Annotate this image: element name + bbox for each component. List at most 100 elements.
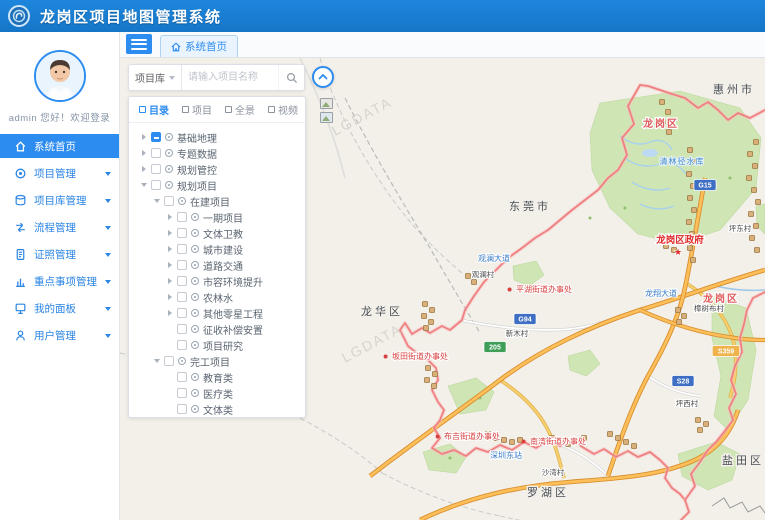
expander-down-icon[interactable] [152, 199, 162, 203]
sidebar-item-2[interactable]: 项目库管理 [0, 187, 119, 214]
tree-node-16[interactable]: 医疗类 [129, 385, 305, 401]
poi-marker [616, 436, 621, 441]
sidebar-item-0[interactable]: 系统首页 [0, 134, 119, 158]
tree-node-9[interactable]: 市容环境提升 [129, 273, 305, 289]
street-office-dot [522, 440, 526, 444]
expander-right-icon[interactable] [139, 134, 149, 140]
sidebar-item-icon [14, 275, 27, 288]
tree-node-14[interactable]: 完工项目 [129, 353, 305, 369]
search-button[interactable] [278, 65, 304, 90]
sidebar-item-icon [14, 167, 27, 180]
tree-node-17[interactable]: 文体类 [129, 401, 305, 417]
expander-right-icon[interactable] [165, 230, 175, 236]
expander-right-icon[interactable] [139, 150, 149, 156]
tree-checkbox[interactable] [177, 388, 187, 398]
sidebar-item-5[interactable]: 重点事项管理 [0, 268, 119, 295]
tree-node-label: 文体类 [203, 402, 233, 417]
tree-checkbox[interactable] [151, 132, 161, 142]
tree-node-6[interactable]: 文体卫教 [129, 225, 305, 241]
layer-gear-icon [165, 165, 173, 173]
tree-node-5[interactable]: 一期项目 [129, 209, 305, 225]
welcome-text: admin 您好！欢迎登录 [0, 110, 119, 124]
panel-tab-2[interactable]: 全景 [225, 102, 255, 117]
tree-checkbox[interactable] [164, 196, 174, 206]
basemap-toggle-image[interactable] [320, 98, 333, 109]
tree-node-7[interactable]: 城市建设 [129, 241, 305, 257]
panel-tabs: 目录项目 全景视频 [129, 97, 305, 123]
tree-node-label: 完工项目 [190, 354, 230, 369]
street-office-dot [508, 288, 512, 292]
expander-right-icon[interactable] [165, 246, 175, 252]
poi-marker [429, 320, 434, 325]
tree-checkbox[interactable] [177, 372, 187, 382]
panel-tab-0[interactable]: 目录 [139, 102, 169, 117]
tree-node-2[interactable]: 规划管控 [129, 161, 305, 177]
tab-system-home[interactable]: 系统首页 [160, 35, 238, 57]
expander-right-icon[interactable] [139, 166, 149, 172]
tree-checkbox[interactable] [177, 228, 187, 238]
tree-checkbox[interactable] [151, 148, 161, 158]
panel-tab-1[interactable]: 项目 [182, 102, 212, 117]
tree-node-13[interactable]: 项目研究 [129, 337, 305, 353]
panel-tab-3[interactable]: 视频 [268, 102, 298, 117]
tree-checkbox[interactable] [151, 180, 161, 190]
layer-gear-icon [191, 245, 199, 253]
tree-node-label: 市容环境提升 [203, 274, 263, 289]
tree-checkbox[interactable] [177, 404, 187, 414]
map-label-road: 深圳东站 [490, 450, 522, 460]
tree-checkbox[interactable] [177, 324, 187, 334]
poi-marker [691, 258, 696, 263]
map-label-street: 布吉街道办事处 [444, 431, 500, 441]
expander-down-icon[interactable] [139, 183, 149, 187]
tree-checkbox[interactable] [177, 244, 187, 254]
chevron-down-icon [105, 172, 111, 176]
sidebar-menu: 系统首页项目管理项目库管理流程管理证照管理重点事项管理我的面板用户管理 [0, 134, 119, 349]
sidebar-item-label: 项目管理 [34, 166, 101, 181]
sidebar-item-4[interactable]: 证照管理 [0, 241, 119, 268]
tree-node-10[interactable]: 农林水 [129, 289, 305, 305]
expander-right-icon[interactable] [165, 214, 175, 220]
tree-checkbox[interactable] [177, 340, 187, 350]
expander-right-icon[interactable] [165, 310, 175, 316]
tree-checkbox[interactable] [177, 276, 187, 286]
tree-checkbox[interactable] [177, 308, 187, 318]
poi-marker [660, 100, 665, 105]
map-label-city: 龙华区 [361, 304, 403, 318]
tree-checkbox[interactable] [164, 356, 174, 366]
tree-node-12[interactable]: 征收补偿安置 [129, 321, 305, 337]
tree-checkbox[interactable] [177, 260, 187, 270]
project-name-input[interactable] [182, 65, 278, 90]
tree-node-3[interactable]: 规划项目 [129, 177, 305, 193]
search-category-select[interactable]: 项目库 [129, 65, 182, 90]
map-label-star: ★ [674, 247, 682, 257]
expander-right-icon[interactable] [165, 294, 175, 300]
tree-checkbox[interactable] [151, 164, 161, 174]
expander-right-icon[interactable] [165, 262, 175, 268]
poi-marker [753, 164, 758, 169]
expander-down-icon[interactable] [152, 359, 162, 363]
tree-node-8[interactable]: 道路交通 [129, 257, 305, 273]
tree-node-15[interactable]: 教育类 [129, 369, 305, 385]
tree-checkbox[interactable] [177, 292, 187, 302]
sidebar-item-3[interactable]: 流程管理 [0, 214, 119, 241]
sidebar-item-label: 用户管理 [34, 328, 101, 343]
menu-toggle-button[interactable] [126, 34, 152, 54]
sidebar-item-7[interactable]: 用户管理 [0, 322, 119, 349]
panel-tab-icon [225, 106, 232, 113]
poi-marker [754, 140, 759, 145]
collapse-panel-button[interactable] [312, 66, 334, 88]
panel-tab-label: 全景 [235, 102, 255, 117]
sidebar-item-6[interactable]: 我的面板 [0, 295, 119, 322]
basemap-toggle-vector[interactable] [320, 112, 333, 123]
road-shield-label: G94 [518, 317, 531, 324]
panel-tab-icon [268, 106, 275, 113]
expander-right-icon[interactable] [165, 278, 175, 284]
tree-node-11[interactable]: 其他零星工程 [129, 305, 305, 321]
layer-gear-icon [191, 309, 199, 317]
avatar[interactable] [34, 50, 86, 102]
tree-node-0[interactable]: 基础地理 [129, 129, 305, 145]
tree-node-1[interactable]: 专题数据 [129, 145, 305, 161]
sidebar-item-1[interactable]: 项目管理 [0, 160, 119, 187]
tree-checkbox[interactable] [177, 212, 187, 222]
tree-node-4[interactable]: 在建项目 [129, 193, 305, 209]
